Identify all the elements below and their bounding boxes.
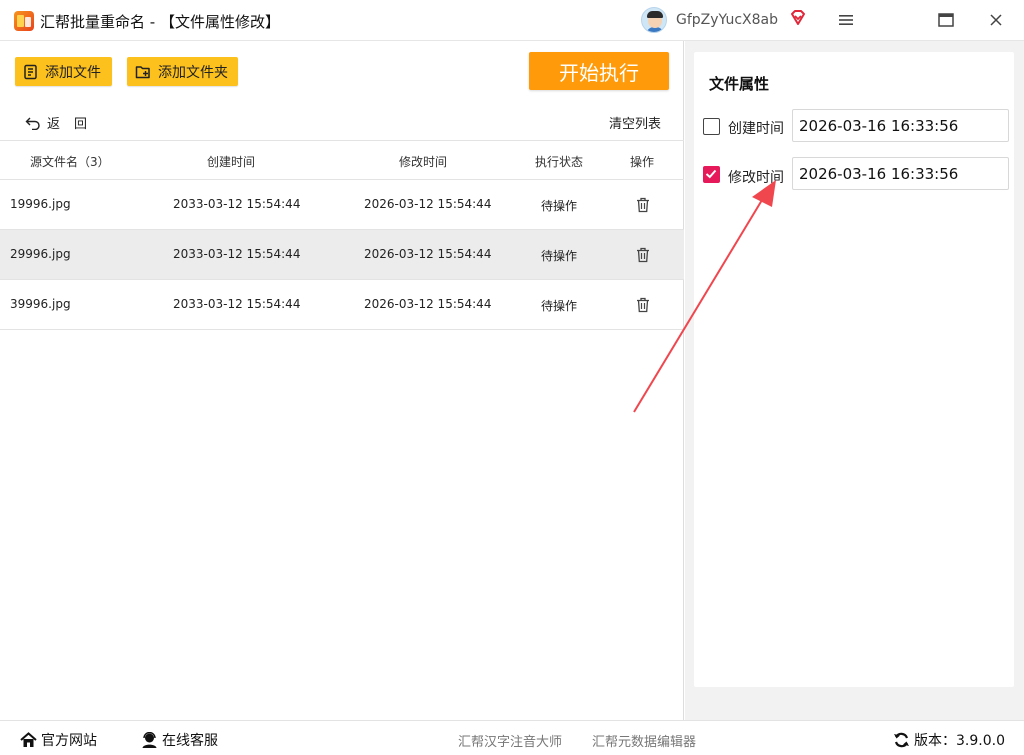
cell-modified: 2026-03-12 15:54:44 <box>364 197 492 211</box>
add-file-button[interactable]: 添加文件 <box>15 57 112 86</box>
cell-modified: 2026-03-12 15:54:44 <box>364 297 492 311</box>
header-created: 创建时间 <box>207 155 256 169</box>
table-header: 源文件名（3） 创建时间 修改时间 执行状态 操作 <box>0 140 684 180</box>
attributes-title: 文件属性 <box>709 75 770 93</box>
maximize-button[interactable] <box>934 8 958 32</box>
cell-filename: 29996.jpg <box>10 247 71 261</box>
trash-icon[interactable] <box>636 297 650 313</box>
online-support-link[interactable]: 在线客服 <box>141 730 218 750</box>
version-label: 版本：3.9.0.0 <box>914 733 1005 749</box>
table-row[interactable]: 29996.jpg 2033-03-12 15:54:44 2026-03-12… <box>0 230 684 280</box>
user-avatar[interactable] <box>641 7 667 33</box>
back-link[interactable]: 返回 <box>25 113 101 132</box>
refresh-icon <box>894 732 909 748</box>
header-filename: 源文件名（3） <box>30 155 110 169</box>
cell-filename: 39996.jpg <box>10 297 71 311</box>
cell-created: 2033-03-12 15:54:44 <box>173 297 301 311</box>
back-arrow-icon <box>25 117 40 130</box>
attributes-card <box>694 52 1014 687</box>
trash-icon[interactable] <box>636 197 650 213</box>
username[interactable]: GfpZyYucX8ab <box>676 12 778 28</box>
table-row[interactable]: 39996.jpg 2033-03-12 15:54:44 2026-03-12… <box>0 280 684 330</box>
header-action: 操作 <box>630 155 655 169</box>
footer-bar: 官方网站 在线客服 汇帮汉字注音大师 汇帮元数据编辑器 版本：3.9.0.0 <box>0 720 1024 755</box>
start-button[interactable]: 开始执行 <box>529 52 669 90</box>
clear-list-link[interactable]: 清空列表 <box>609 113 661 132</box>
created-time-input[interactable] <box>792 109 1009 142</box>
official-website-label: 官方网站 <box>41 733 97 749</box>
version-info[interactable]: 版本：3.9.0.0 <box>893 730 1005 750</box>
window-title: 汇帮批量重命名 - 【文件属性修改】 <box>40 13 280 31</box>
support-agent-icon <box>142 732 157 748</box>
file-list-panel: 添加文件 添加文件夹 开始执行 返回 清空列表 源文件名（3） 创建时间 修改时… <box>0 41 684 720</box>
created-time-label[interactable]: 创建时间 <box>728 118 784 138</box>
add-folder-icon <box>135 65 150 78</box>
table-row[interactable]: 19996.jpg 2033-03-12 15:54:44 2026-03-12… <box>0 180 684 230</box>
modified-time-checkbox[interactable] <box>703 166 720 183</box>
cell-status: 待操作 <box>541 199 578 213</box>
metadata-editor-link[interactable]: 汇帮元数据编辑器 <box>592 731 696 750</box>
official-website-link[interactable]: 官方网站 <box>20 730 97 750</box>
cell-modified: 2026-03-12 15:54:44 <box>364 247 492 261</box>
cell-created: 2033-03-12 15:54:44 <box>173 247 301 261</box>
title-bar: 汇帮批量重命名 - 【文件属性修改】 GfpZyYucX8ab <box>0 0 1024 41</box>
home-icon <box>20 732 37 747</box>
close-icon <box>990 14 1002 26</box>
add-folder-button[interactable]: 添加文件夹 <box>127 57 238 86</box>
cell-created: 2033-03-12 15:54:44 <box>173 197 301 211</box>
add-file-label: 添加文件 <box>45 64 101 81</box>
cell-status: 待操作 <box>541 249 578 263</box>
app-logo <box>14 11 34 31</box>
header-status: 执行状态 <box>535 155 584 169</box>
hamburger-icon <box>839 15 853 25</box>
cell-status: 待操作 <box>541 299 578 313</box>
modified-time-input[interactable] <box>792 157 1009 190</box>
back-label: 返回 <box>47 117 102 132</box>
modified-time-label[interactable]: 修改时间 <box>728 167 784 187</box>
header-modified: 修改时间 <box>399 155 448 169</box>
close-button[interactable] <box>984 8 1008 32</box>
pinyin-tool-link[interactable]: 汇帮汉字注音大师 <box>458 731 562 750</box>
vip-diamond-icon[interactable] <box>789 9 807 27</box>
add-file-icon <box>24 64 37 79</box>
online-support-label: 在线客服 <box>162 733 218 749</box>
created-time-checkbox[interactable] <box>703 118 720 135</box>
maximize-icon <box>938 13 954 27</box>
checkmark-icon <box>705 169 717 179</box>
add-folder-label: 添加文件夹 <box>158 64 228 81</box>
menu-button[interactable] <box>834 8 858 32</box>
trash-icon[interactable] <box>636 247 650 263</box>
cell-filename: 19996.jpg <box>10 197 71 211</box>
